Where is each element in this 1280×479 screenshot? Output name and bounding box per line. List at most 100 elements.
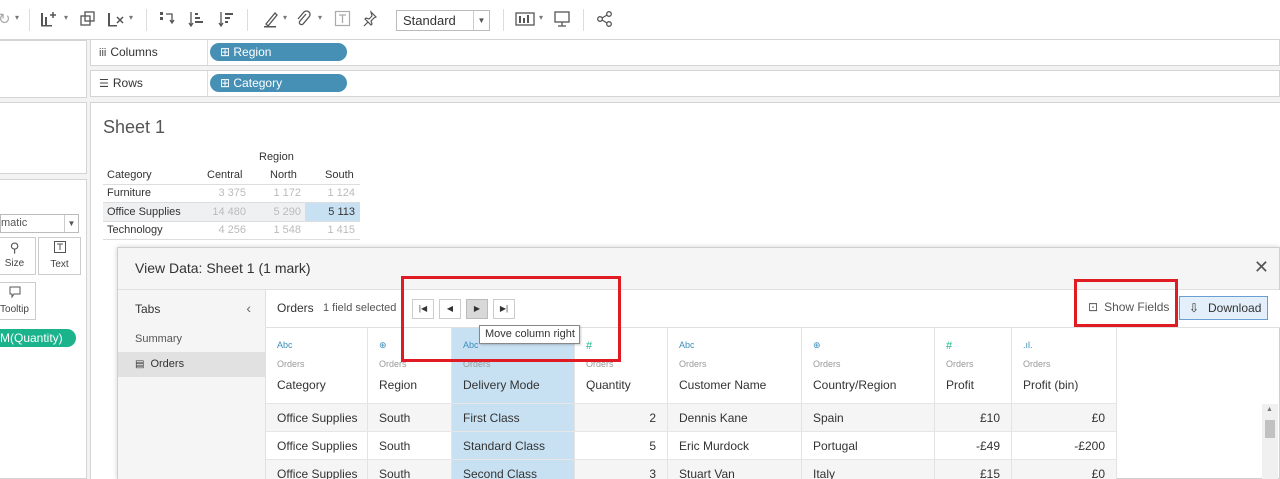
cell-value[interactable]: 5 290: [251, 206, 301, 218]
close-icon[interactable]: ✕: [1254, 258, 1269, 276]
cell[interactable]: £15: [980, 467, 1000, 479]
cell[interactable]: Stuart Van: [679, 467, 735, 479]
clear-sheet-dropdown-icon[interactable]: ▾: [129, 13, 133, 22]
col-header-south: South: [325, 169, 354, 181]
duplicate-sheet-icon[interactable]: [79, 10, 97, 30]
cell-value[interactable]: 1 548: [251, 224, 301, 236]
cell[interactable]: Office Supplies: [277, 467, 358, 479]
cell[interactable]: -£49: [976, 439, 1000, 453]
cell[interactable]: South: [379, 467, 410, 479]
presentation-mode-icon[interactable]: [553, 10, 571, 30]
show-cards-dropdown-icon[interactable]: ▾: [539, 13, 543, 22]
tooltip-mark-button[interactable]: Tooltip: [0, 282, 36, 320]
scroll-up-icon[interactable]: ▲: [1266, 406, 1273, 413]
category-pill[interactable]: ⊞ Category: [210, 74, 347, 92]
cell[interactable]: £10: [980, 411, 1000, 425]
redo-dropdown-icon[interactable]: ▾: [15, 13, 19, 22]
bin-histogram-icon: .ıl.: [1023, 340, 1033, 350]
new-worksheet-dropdown-icon[interactable]: ▾: [64, 13, 68, 22]
column-name: Customer Name: [679, 378, 767, 392]
cell[interactable]: Second Class: [463, 467, 537, 479]
column-source: Orders: [277, 359, 305, 369]
column-source: Orders: [1023, 359, 1051, 369]
column-name: Region: [379, 378, 418, 392]
share-icon[interactable]: [596, 10, 614, 30]
geo-globe-icon: ⊕: [379, 340, 387, 350]
cell-value[interactable]: 1 172: [251, 187, 301, 199]
download-icon: ⇩: [1189, 301, 1200, 315]
cell[interactable]: £0: [1092, 411, 1105, 425]
cell-value[interactable]: 14 480: [196, 206, 246, 218]
cell[interactable]: -£200: [1074, 439, 1105, 453]
chevron-down-icon: ▼: [64, 215, 78, 232]
highlight-pen-icon[interactable]: [262, 10, 280, 30]
vertical-scrollbar[interactable]: ▲: [1262, 404, 1278, 479]
columns-shelf[interactable]: iii Columns ⊞ Region: [90, 39, 1280, 66]
sort-descending-icon[interactable]: [217, 10, 235, 30]
pin-icon[interactable]: [362, 10, 378, 30]
collapse-chevron-icon[interactable]: ‹: [246, 300, 251, 316]
cell-value-selected[interactable]: 5 113: [305, 206, 355, 218]
quantity-measure-pill[interactable]: M(Quantity): [0, 329, 76, 347]
table-name: Orders: [277, 301, 314, 315]
group-dropdown-icon[interactable]: ▾: [318, 13, 322, 22]
tab-orders[interactable]: ▤ Orders: [118, 352, 266, 377]
text-mark-button[interactable]: Text: [38, 237, 81, 275]
text-icon: [39, 241, 80, 256]
col-header-north: North: [270, 169, 297, 181]
column-source: Orders: [679, 359, 707, 369]
download-label: Download: [1208, 301, 1262, 315]
cell[interactable]: Office Supplies: [277, 439, 358, 453]
swap-rows-columns-icon[interactable]: [158, 10, 176, 30]
tab-summary[interactable]: Summary: [118, 327, 266, 352]
cell-value[interactable]: 3 375: [196, 187, 246, 199]
cell-value[interactable]: 1 124: [305, 187, 355, 199]
rows-icon: ☰: [99, 78, 109, 90]
cell[interactable]: £0: [1092, 467, 1105, 479]
rows-shelf[interactable]: ☰ Rows ⊞ Category: [90, 70, 1280, 97]
cell[interactable]: Standard Class: [463, 439, 545, 453]
fit-mode-select[interactable]: Standard ▼: [396, 10, 490, 31]
cell[interactable]: 3: [649, 467, 656, 479]
show-cards-icon[interactable]: [515, 10, 535, 30]
download-button[interactable]: ⇩ Download: [1179, 296, 1268, 320]
row-label-office-supplies: Office Supplies: [107, 206, 181, 218]
cell[interactable]: Eric Murdock: [679, 439, 749, 453]
cell[interactable]: 2: [649, 411, 656, 425]
column-name: Quantity: [586, 378, 631, 392]
number-type-icon: #: [946, 340, 953, 352]
cell[interactable]: Italy: [813, 467, 835, 479]
clear-sheet-icon[interactable]: [107, 10, 125, 30]
scroll-thumb[interactable]: [1265, 420, 1275, 438]
cell-value[interactable]: 4 256: [196, 224, 246, 236]
cell[interactable]: First Class: [463, 411, 520, 425]
cell[interactable]: 5: [649, 439, 656, 453]
cell[interactable]: Office Supplies: [277, 411, 358, 425]
rows-label-text: Rows: [112, 76, 143, 90]
show-mark-labels-icon[interactable]: [334, 10, 351, 30]
toolbar-separator: [29, 9, 30, 31]
cell[interactable]: Dennis Kane: [679, 411, 748, 425]
column-name: Country/Region: [813, 378, 897, 392]
region-pill[interactable]: ⊞ Region: [210, 43, 347, 61]
highlight-dropdown-icon[interactable]: ▾: [283, 13, 287, 22]
category-header: Category: [107, 169, 152, 181]
row-label-furniture: Furniture: [107, 187, 152, 199]
cell[interactable]: Spain: [813, 411, 844, 425]
cell[interactable]: South: [379, 411, 410, 425]
column-name: Profit: [946, 378, 975, 392]
table-icon: ▤: [135, 359, 145, 370]
group-paperclip-icon[interactable]: [295, 10, 311, 30]
size-mark-button[interactable]: ⚲ Size: [0, 237, 36, 275]
cell-value[interactable]: 1 415: [305, 224, 355, 236]
sort-ascending-icon[interactable]: [187, 10, 205, 30]
column-name: Profit (bin): [1023, 378, 1079, 392]
cell[interactable]: Portugal: [813, 439, 858, 453]
mark-type-select[interactable]: matic ▼: [0, 214, 79, 233]
selection-info: 1 field selected: [323, 302, 397, 314]
redo-icon[interactable]: ↻: [0, 10, 11, 30]
expand-plus-icon: ⊞: [220, 45, 234, 59]
new-worksheet-icon[interactable]: [40, 10, 58, 30]
cell[interactable]: South: [379, 439, 410, 453]
dialog-title: View Data: Sheet 1 (1 mark): [135, 260, 311, 276]
